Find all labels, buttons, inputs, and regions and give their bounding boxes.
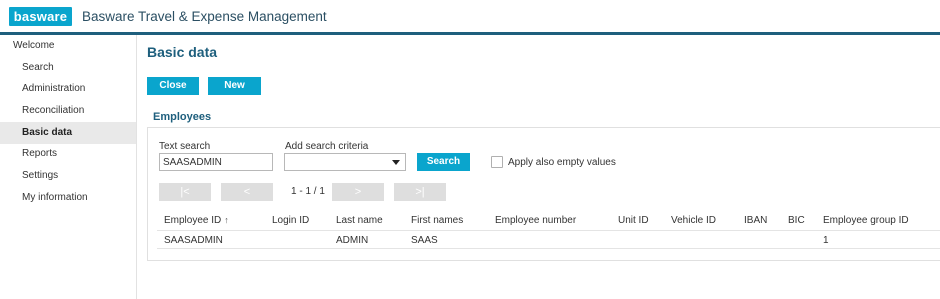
cell-last-name: ADMIN xyxy=(336,235,369,246)
pager-last-button[interactable]: >| xyxy=(394,183,446,201)
add-search-criteria-select[interactable] xyxy=(284,153,406,171)
sidebar-item-administration[interactable]: Administration xyxy=(0,78,136,100)
search-button[interactable]: Search xyxy=(417,153,470,171)
page-title: Basic data xyxy=(147,44,218,60)
sidebar-item-reconciliation[interactable]: Reconciliation xyxy=(0,100,136,122)
sidebar-item-my-information[interactable]: My information xyxy=(0,187,136,209)
column-header-employee-id[interactable]: Employee ID ↑ xyxy=(164,215,229,226)
apply-empty-values-label: Apply also empty values xyxy=(508,157,616,168)
new-button[interactable]: New xyxy=(208,77,261,95)
pager-next-button[interactable]: > xyxy=(332,183,384,201)
table-header-divider xyxy=(157,230,940,231)
dropdown-arrow-icon xyxy=(392,160,400,165)
column-header-iban[interactable]: IBAN xyxy=(744,215,767,226)
sidebar-nav: Welcome Search Administration Reconcilia… xyxy=(0,35,137,299)
column-header-login-id[interactable]: Login ID xyxy=(272,215,309,226)
sidebar-item-reports[interactable]: Reports xyxy=(0,143,136,165)
pager-info: 1 - 1 / 1 xyxy=(291,186,325,197)
cell-employee-id[interactable]: SAASADMIN xyxy=(164,235,223,246)
column-header-bic[interactable]: BIC xyxy=(788,215,805,226)
sidebar-item-search[interactable]: Search xyxy=(0,57,136,79)
sidebar-item-welcome[interactable]: Welcome xyxy=(0,35,136,57)
pager-prev-button[interactable]: < xyxy=(221,183,273,201)
text-search-input[interactable] xyxy=(159,153,273,171)
sidebar-item-settings[interactable]: Settings xyxy=(0,165,136,187)
section-title-employees: Employees xyxy=(153,111,212,123)
sort-ascending-icon: ↑ xyxy=(224,215,229,225)
pager-first-button[interactable]: |< xyxy=(159,183,211,201)
column-header-first-names[interactable]: First names xyxy=(411,215,463,226)
column-header-last-name[interactable]: Last name xyxy=(336,215,383,226)
text-search-label: Text search xyxy=(159,141,211,152)
column-header-employee-group-id[interactable]: Employee group ID xyxy=(823,215,909,226)
cell-employee-group-id: 1 xyxy=(823,235,829,246)
close-button[interactable]: Close xyxy=(147,77,199,95)
table-row-divider xyxy=(157,248,940,249)
column-header-unit-id[interactable]: Unit ID xyxy=(618,215,649,226)
cell-first-names: SAAS xyxy=(411,235,438,246)
column-header-vehicle-id[interactable]: Vehicle ID xyxy=(671,215,716,226)
app-header: basware Basware Travel & Expense Managem… xyxy=(0,0,940,35)
sidebar-item-basic-data[interactable]: Basic data xyxy=(0,122,136,144)
app-title: Basware Travel & Expense Management xyxy=(82,9,327,24)
apply-empty-values-checkbox[interactable] xyxy=(491,156,503,168)
add-search-criteria-label: Add search criteria xyxy=(285,141,369,152)
basware-logo[interactable]: basware xyxy=(9,7,72,26)
column-header-label: Employee ID xyxy=(164,215,222,226)
column-header-employee-number[interactable]: Employee number xyxy=(495,215,576,226)
